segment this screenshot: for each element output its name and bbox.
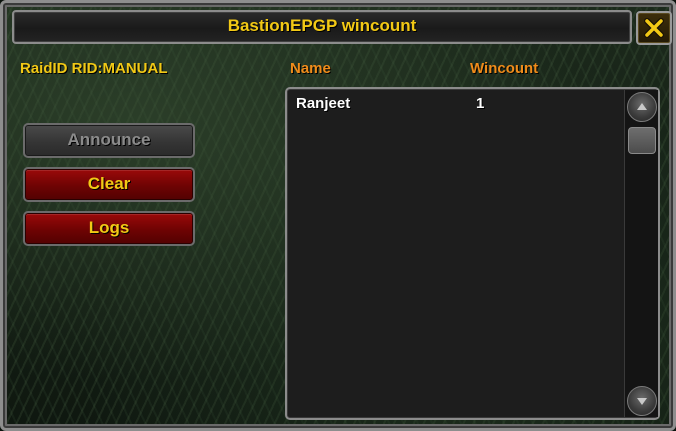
scroll-thumb[interactable] [628, 127, 656, 154]
wincount-window: BastionEPGP wincount RaidID RID:MANUAL A… [0, 0, 676, 431]
close-button[interactable] [636, 11, 672, 45]
close-x-icon [644, 18, 664, 38]
scroll-up-button[interactable] [627, 92, 657, 122]
title-bar[interactable]: BastionEPGP wincount [12, 10, 632, 44]
logs-button[interactable]: Logs [23, 211, 195, 246]
scroll-down-icon [637, 398, 647, 405]
row-wincount: 1 [476, 95, 485, 112]
raid-id-label: RaidID RID:MANUAL [20, 60, 168, 77]
row-name: Ranjeet [296, 95, 351, 112]
table-row[interactable]: Ranjeet 1 [287, 95, 623, 117]
scroll-down-button[interactable] [627, 386, 657, 416]
clear-button[interactable]: Clear [23, 167, 195, 202]
announce-button[interactable]: Announce [23, 123, 195, 158]
scroll-up-icon [637, 103, 647, 110]
column-header-name[interactable]: Name [290, 60, 331, 77]
wincount-list: Ranjeet 1 [285, 87, 660, 420]
column-header-wincount[interactable]: Wincount [470, 60, 538, 77]
window-title: BastionEPGP wincount [227, 16, 417, 35]
scrollbar[interactable] [624, 90, 658, 417]
